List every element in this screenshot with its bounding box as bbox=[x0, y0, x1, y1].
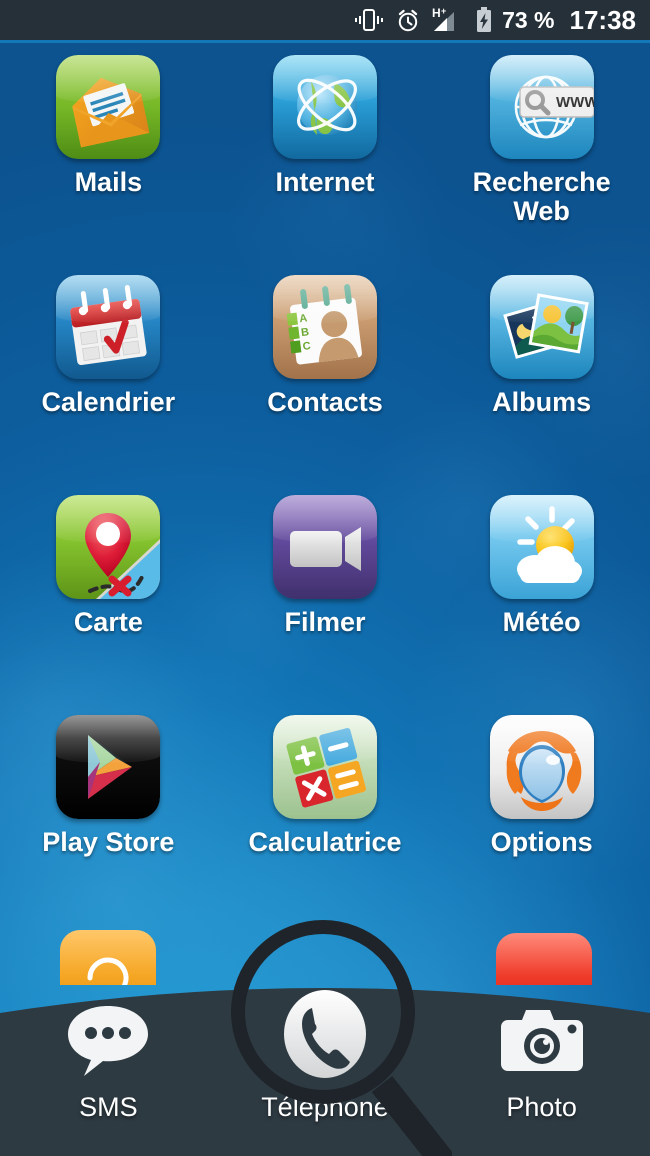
dock-label: SMS bbox=[79, 1092, 138, 1122]
app-cell-play-store[interactable]: Play Store bbox=[0, 703, 217, 923]
app-cell-filmer[interactable]: Filmer bbox=[217, 483, 434, 703]
app-cell-mails[interactable]: Mails bbox=[0, 43, 217, 263]
svg-text:C: C bbox=[302, 340, 311, 353]
dock-item-telephone[interactable]: Téléphone bbox=[217, 980, 434, 1156]
app-label: Contacts bbox=[267, 387, 383, 417]
app-cell-albums[interactable]: Albums bbox=[433, 263, 650, 483]
calendar-icon[interactable] bbox=[56, 275, 161, 379]
dock-items: SMS Téléphone Photo bbox=[0, 980, 650, 1156]
signal-hplus-icon: H + bbox=[432, 6, 464, 34]
photos-icon[interactable] bbox=[489, 275, 594, 379]
app-cell-contacts[interactable]: A B C Contacts bbox=[217, 263, 434, 483]
svg-text:WWW: WWW bbox=[556, 94, 594, 111]
svg-text:+: + bbox=[441, 6, 446, 16]
dock-label: Téléphone bbox=[261, 1092, 389, 1122]
app-label: Calendrier bbox=[41, 387, 176, 417]
phone-screen: H + 73 % 17:38 Mails Internet WWW Recher… bbox=[0, 0, 650, 1156]
weather-sun-cloud-icon[interactable] bbox=[489, 495, 594, 599]
app-label: Recherche Web bbox=[472, 167, 611, 226]
app-label: Options bbox=[490, 827, 593, 857]
vibrate-icon bbox=[354, 7, 384, 33]
calculator-icon[interactable] bbox=[272, 715, 377, 819]
options-icon[interactable] bbox=[489, 715, 594, 819]
app-grid: Mails Internet WWW Recherche Web Calendr… bbox=[0, 43, 650, 943]
mail-icon[interactable] bbox=[56, 55, 161, 159]
battery-percentage: 73 % bbox=[502, 6, 555, 33]
svg-text:B: B bbox=[300, 326, 309, 339]
app-label: Filmer bbox=[284, 607, 366, 637]
app-label: Mails bbox=[74, 167, 143, 197]
app-cell-internet[interactable]: Internet bbox=[217, 43, 434, 263]
alarm-clock-icon bbox=[395, 7, 421, 33]
dock: SMS Téléphone Photo bbox=[0, 941, 650, 1156]
camera-icon[interactable] bbox=[492, 988, 592, 1088]
app-cell-meteo[interactable]: Météo bbox=[433, 483, 650, 703]
app-label: Internet bbox=[275, 167, 375, 197]
app-cell-options[interactable]: Options bbox=[433, 703, 650, 923]
play-store-icon[interactable] bbox=[56, 715, 161, 819]
dock-item-photo[interactable]: Photo bbox=[433, 980, 650, 1156]
battery-charging-icon bbox=[475, 6, 493, 34]
status-bar-clock: 17:38 bbox=[569, 4, 637, 35]
status-bar-underline bbox=[0, 40, 650, 43]
app-label: Calculatrice bbox=[248, 827, 402, 857]
app-label: Play Store bbox=[42, 827, 175, 857]
app-cell-recherche-web[interactable]: WWW Recherche Web bbox=[433, 43, 650, 263]
map-pin-icon[interactable] bbox=[56, 495, 161, 599]
web-search-icon[interactable]: WWW bbox=[489, 55, 594, 159]
phone-handset-icon[interactable] bbox=[275, 988, 375, 1088]
contacts-icon[interactable]: A B C bbox=[272, 275, 377, 379]
app-label: Carte bbox=[73, 607, 143, 637]
status-bar[interactable]: H + 73 % 17:38 bbox=[0, 0, 650, 40]
svg-text:H: H bbox=[432, 6, 441, 20]
app-cell-calculatrice[interactable]: Calculatrice bbox=[217, 703, 434, 923]
dock-label: Photo bbox=[506, 1092, 577, 1122]
app-label: Météo bbox=[502, 607, 581, 637]
globe-icon[interactable] bbox=[272, 55, 377, 159]
app-cell-carte[interactable]: Carte bbox=[0, 483, 217, 703]
chat-bubble-icon[interactable] bbox=[58, 988, 158, 1088]
dock-item-sms[interactable]: SMS bbox=[0, 980, 217, 1156]
svg-text:A: A bbox=[299, 312, 308, 325]
app-cell-calendrier[interactable]: Calendrier bbox=[0, 263, 217, 483]
app-label: Albums bbox=[492, 387, 592, 417]
camcorder-icon[interactable] bbox=[272, 495, 377, 599]
